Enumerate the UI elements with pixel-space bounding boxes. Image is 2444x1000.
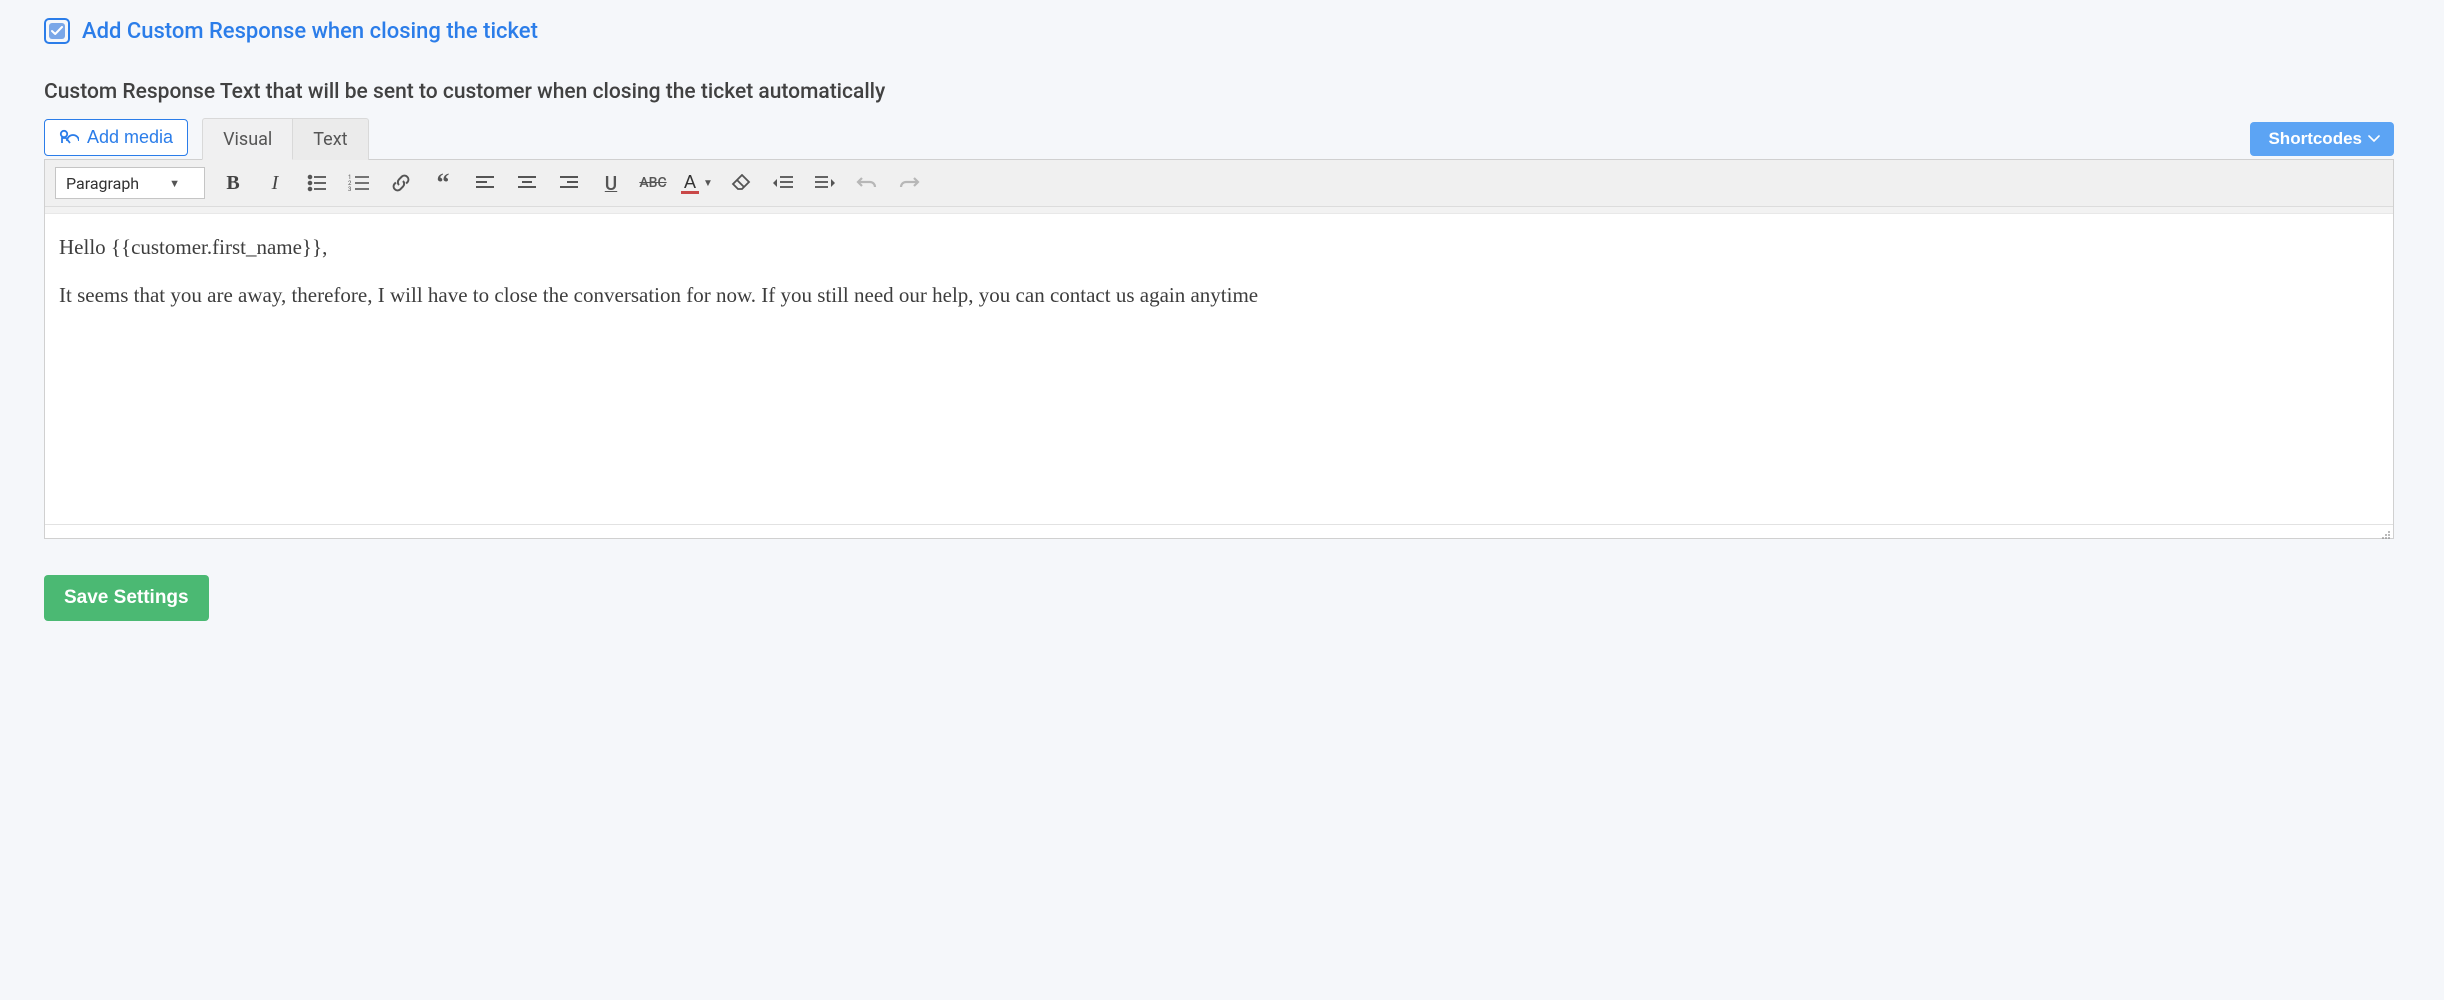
strikethrough-button[interactable]: ABC [639,168,667,198]
add-media-button[interactable]: Add media [44,119,188,156]
blockquote-icon: “ [437,175,450,191]
strikethrough-icon: ABC [639,175,666,191]
chevron-down-icon [2368,135,2380,143]
bold-button[interactable]: B [219,168,247,198]
outdent-button[interactable] [769,168,797,198]
shortcodes-button[interactable]: Shortcodes [2250,122,2394,156]
undo-button[interactable] [853,168,881,198]
bold-icon: B [226,172,239,195]
underline-button[interactable]: U [597,168,625,198]
numbered-list-icon: 1 2 3 [348,174,370,192]
indent-icon [814,175,836,191]
bulleted-list-icon [307,174,327,192]
align-left-icon [475,175,495,191]
align-center-icon [517,175,537,191]
media-icon [59,129,79,147]
dropdown-caret-icon: ▼ [703,178,713,189]
section-description: Custom Response Text that will be sent t… [44,80,2394,104]
editor-toolbar: Paragraph ▼ B I 1 2 3 [45,160,2393,207]
tab-text[interactable]: Text [292,118,368,160]
redo-icon [898,175,920,191]
numbered-list-button[interactable]: 1 2 3 [345,168,373,198]
content-line-2: It seems that you are away, therefore, I… [59,280,2379,310]
bulleted-list-button[interactable] [303,168,331,198]
align-left-button[interactable] [471,168,499,198]
align-right-button[interactable] [555,168,583,198]
blockquote-button[interactable]: “ [429,168,457,198]
save-settings-button[interactable]: Save Settings [44,575,209,621]
redo-button[interactable] [895,168,923,198]
link-icon [391,173,411,193]
editor-content-area[interactable]: Hello {{customer.first_name}}, It seems … [45,214,2393,524]
content-line-1: Hello {{customer.first_name}}, [59,232,2379,262]
resize-handle[interactable] [45,524,2393,538]
shortcodes-label: Shortcodes [2268,129,2362,149]
add-custom-response-checkbox[interactable] [44,18,70,44]
block-format-select[interactable]: Paragraph ▼ [55,167,205,199]
text-color-icon: A [681,173,699,194]
text-color-button[interactable]: A ▼ [681,173,713,194]
block-format-value: Paragraph [66,174,139,193]
add-media-label: Add media [87,127,173,148]
rich-text-editor: Paragraph ▼ B I 1 2 3 [44,159,2394,539]
underline-icon: U [605,172,617,195]
align-right-icon [559,175,579,191]
outdent-icon [772,175,794,191]
eraser-icon [731,174,751,192]
svg-text:3: 3 [348,186,351,192]
dropdown-caret-icon: ▼ [169,177,180,190]
undo-icon [856,175,878,191]
clear-formatting-button[interactable] [727,168,755,198]
indent-button[interactable] [811,168,839,198]
italic-button[interactable]: I [261,168,289,198]
align-center-button[interactable] [513,168,541,198]
link-button[interactable] [387,168,415,198]
italic-icon: I [272,172,279,195]
tab-visual[interactable]: Visual [202,118,293,160]
resize-grip-icon [2379,528,2391,540]
add-custom-response-label: Add Custom Response when closing the tic… [82,19,538,44]
